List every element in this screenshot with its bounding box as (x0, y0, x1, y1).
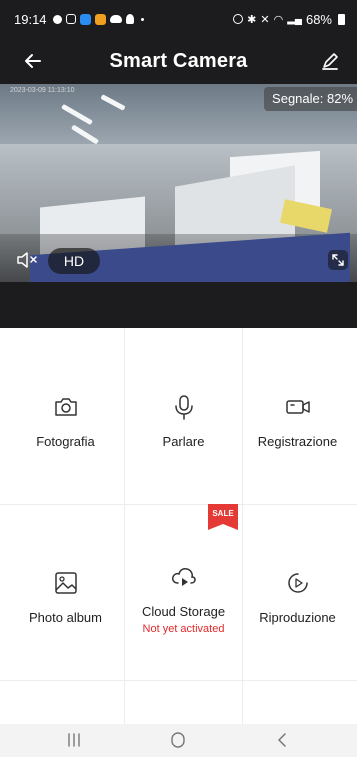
bluetooth-icon: ✱ (247, 13, 257, 26)
mute-status-icon: ✕ (260, 13, 270, 26)
grid-divider (124, 328, 125, 724)
quality-hd-button[interactable]: HD (48, 248, 100, 274)
feature-label: Riproduzione (259, 610, 336, 625)
status-time: 19:14 (14, 11, 47, 27)
edit-icon[interactable] (317, 48, 343, 74)
playback-icon (287, 573, 308, 593)
grid-divider (0, 680, 357, 681)
system-navigation-bar (0, 724, 357, 757)
battery-percent: 68% (305, 11, 332, 27)
notification-icons (52, 13, 144, 25)
feature-label: Registrazione (257, 434, 338, 449)
battery-icon (338, 13, 345, 25)
cloud-icon (109, 15, 122, 23)
cloud-play-icon (171, 568, 196, 586)
alarm-icon (233, 14, 244, 24)
sale-badge-label: SALE (212, 509, 234, 518)
back-arrow-icon[interactable] (20, 48, 46, 74)
speaker-muted-icon[interactable] (14, 248, 42, 272)
status-bar: 19:14 ✱ ✕ ◠ ▂▄ 68% (0, 0, 357, 38)
instagram-icon (65, 14, 76, 24)
feature-label: Fotografia (36, 434, 95, 449)
feature-registrazione[interactable]: Registrazione (238, 392, 357, 449)
feed-timestamp: 2023-03-09 11:13:10 (10, 87, 75, 94)
fullscreen-icon[interactable] (327, 249, 349, 271)
signal-icon: ▂▄ (287, 13, 302, 25)
system-icons: ✱ ✕ ◠ ▂▄ 68% (233, 12, 345, 27)
grid-divider (0, 504, 357, 505)
microphone-icon (174, 395, 193, 420)
feature-cloud-storage[interactable]: Cloud Storage Not yet activated (124, 562, 243, 635)
app-icon-orange (94, 13, 106, 25)
page-title: Smart Camera (109, 49, 248, 72)
feature-grid: Fotografia Parlare Registrazione SALE Ph… (0, 328, 357, 724)
feature-label: Photo album (29, 610, 102, 625)
back-icon[interactable] (270, 730, 294, 750)
feed-bottom-strip (0, 282, 357, 328)
feature-label: Parlare (162, 434, 205, 449)
video-camera-icon (285, 400, 310, 414)
cloud-status-text: Not yet activated (142, 623, 225, 635)
grid-divider (242, 328, 243, 724)
feature-fotografia[interactable]: Fotografia (6, 392, 125, 449)
feature-label: Cloud Storage (141, 604, 226, 619)
chat-icon (52, 14, 62, 24)
camera-icon (54, 398, 77, 416)
app-icon-blue (79, 13, 91, 25)
feature-photo-album[interactable]: Photo album (6, 568, 125, 625)
image-icon (54, 572, 77, 594)
camera-live-view[interactable]: 2023-03-09 11:13:10 Segnale: 82% HD (0, 84, 357, 282)
person-icon (125, 14, 134, 24)
feature-parlare[interactable]: Parlare (124, 392, 243, 449)
feature-riproduzione[interactable]: Riproduzione (238, 568, 357, 625)
recent-apps-icon[interactable] (62, 730, 86, 750)
more-dot-icon (140, 17, 144, 21)
wifi-icon: ◠ (273, 13, 284, 26)
app-header: Smart Camera (0, 38, 357, 84)
home-icon[interactable] (166, 730, 190, 750)
signal-strength-label: Segnale: 82% (264, 87, 357, 111)
